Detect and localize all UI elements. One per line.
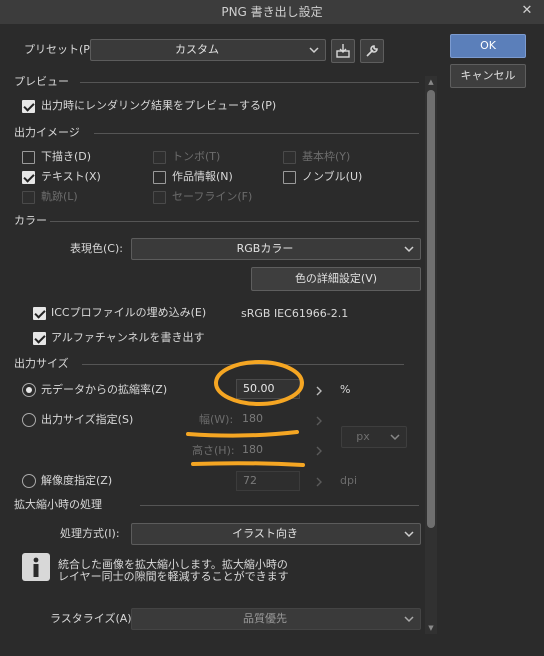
annotation-underline-width <box>186 430 299 438</box>
annotation-underline-height <box>191 461 305 467</box>
annotation-circle <box>214 360 304 406</box>
annotation-overlay <box>186 360 305 467</box>
